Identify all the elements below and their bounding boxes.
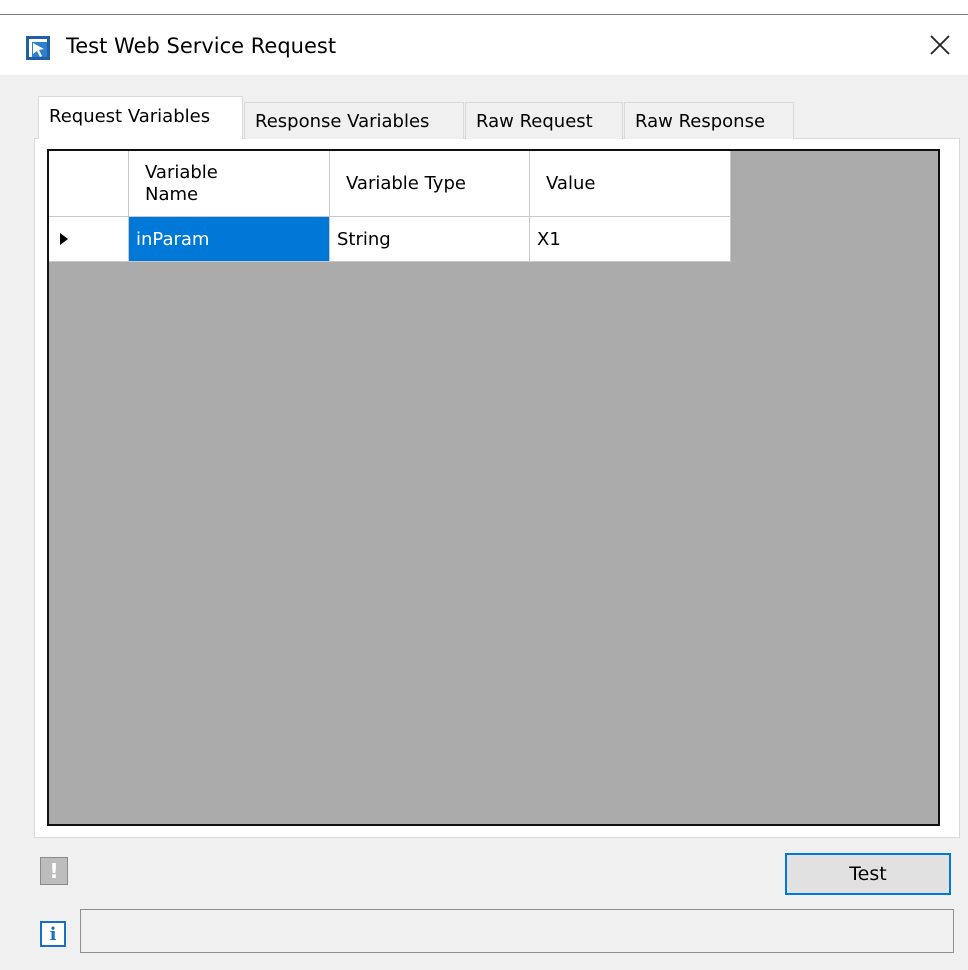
tab-response-variables[interactable]: Response Variables <box>244 102 464 139</box>
row-header-corner <box>49 151 129 217</box>
row-selector[interactable] <box>49 217 129 262</box>
tab-request-variables[interactable]: Request Variables <box>38 96 243 139</box>
tab-raw-response[interactable]: Raw Response <box>624 102 794 139</box>
exclamation-icon: ! <box>49 859 59 883</box>
test-button[interactable]: Test <box>785 853 951 895</box>
cell-variable-name[interactable]: inParam <box>129 217 330 262</box>
web-service-app-icon <box>24 34 52 62</box>
tab-label: Response Variables <box>255 111 430 132</box>
close-button[interactable] <box>918 27 962 63</box>
column-header-variable-name[interactable]: Variable Name <box>129 151 330 217</box>
cell-value[interactable]: X1 <box>530 217 731 262</box>
tab-label: Request Variables <box>49 106 211 127</box>
test-web-service-dialog: Test Web Service Request Request Variabl… <box>0 0 968 970</box>
window-title: Test Web Service Request <box>66 34 337 58</box>
request-variables-grid[interactable]: Variable Name Variable Type Value inPara… <box>47 149 940 826</box>
close-icon <box>930 35 950 55</box>
info-icon: i <box>40 921 66 947</box>
tab-label: Raw Response <box>635 111 766 132</box>
warning-button[interactable]: ! <box>40 857 68 885</box>
title-bar[interactable]: Test Web Service Request <box>0 15 968 75</box>
tab-raw-request[interactable]: Raw Request <box>465 102 623 139</box>
status-message-field <box>80 909 954 953</box>
column-header-variable-type[interactable]: Variable Type <box>330 151 530 217</box>
column-header-value[interactable]: Value <box>530 151 731 217</box>
tab-label: Raw Request <box>476 111 593 132</box>
triangle-right-icon <box>60 233 68 245</box>
cell-variable-type[interactable]: String <box>330 217 530 262</box>
background-window-edge <box>0 0 968 15</box>
